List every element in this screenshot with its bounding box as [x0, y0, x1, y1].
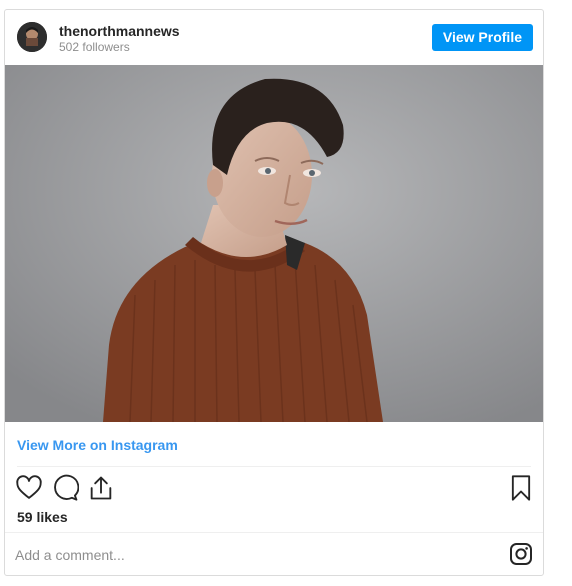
instagram-icon[interactable]: [509, 542, 533, 566]
comment-input[interactable]: [15, 543, 475, 567]
post-header: thenorthmannews 502 followers View Profi…: [5, 10, 543, 65]
share-icon[interactable]: [87, 474, 115, 502]
portrait-image: [5, 65, 543, 422]
follower-count: 502 followers: [59, 40, 130, 54]
action-bar: [5, 470, 543, 510]
comment-icon[interactable]: [51, 474, 79, 502]
comment-bar: [5, 532, 543, 575]
like-count: 59 likes: [17, 509, 68, 525]
view-more-link[interactable]: View More on Instagram: [17, 437, 178, 453]
post-photo[interactable]: [5, 65, 543, 422]
bookmark-icon[interactable]: [507, 474, 535, 502]
instagram-embed-card: thenorthmannews 502 followers View Profi…: [4, 9, 544, 576]
heart-icon[interactable]: [15, 474, 43, 502]
username[interactable]: thenorthmannews: [59, 23, 180, 39]
avatar[interactable]: [17, 22, 47, 52]
view-profile-button[interactable]: View Profile: [431, 24, 533, 51]
divider: [17, 466, 531, 467]
